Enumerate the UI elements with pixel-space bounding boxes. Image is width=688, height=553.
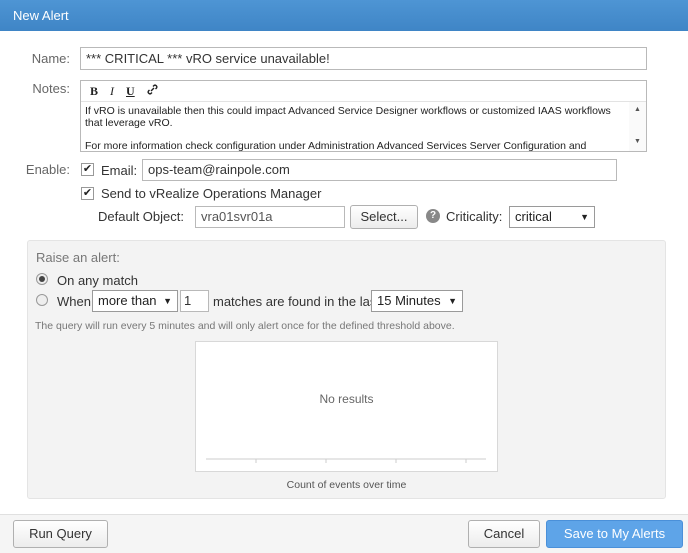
save-to-my-alerts-button[interactable]: Save to My Alerts [546, 520, 683, 548]
criticality-value: critical [515, 209, 552, 224]
event-count-chart: No results [195, 341, 498, 472]
link-icon[interactable] [147, 84, 158, 99]
select-object-button[interactable]: Select... [350, 205, 418, 229]
vrops-checkbox[interactable]: ✔ [81, 187, 94, 200]
period-select[interactable]: 15 Minutes ▼ [371, 290, 463, 312]
notes-editor[interactable]: B I U If vRO is unavailable then this co… [80, 80, 647, 152]
vrops-label: Send to vRealize Operations Manager [101, 186, 322, 201]
criticality-label: Criticality: [446, 209, 503, 224]
period-value: 15 Minutes [377, 293, 441, 308]
notes-scrollbar[interactable]: ▲ ▼ [629, 102, 646, 151]
email-input[interactable]: ops-team@rainpole.com [142, 159, 617, 181]
query-info-text: The query will run every 5 minutes and w… [35, 320, 455, 332]
underline-button[interactable]: U [126, 84, 135, 99]
when-label: When [57, 294, 91, 309]
chevron-down-icon: ▼ [580, 212, 589, 222]
notes-body[interactable]: If vRO is unavailable then this could im… [85, 105, 623, 151]
any-match-label: On any match [57, 273, 138, 288]
chart-caption: Count of events over time [286, 479, 407, 491]
notes-label: Notes: [32, 81, 70, 96]
notes-paragraph: If vRO is unavailable then this could im… [85, 105, 611, 129]
help-icon[interactable]: ? [426, 209, 440, 223]
bold-button[interactable]: B [90, 84, 98, 99]
default-object-label: Default Object: [98, 209, 184, 224]
dialog-title-bar: New Alert [0, 0, 688, 31]
matches-text: matches are found in the last [213, 294, 380, 309]
notes-toolbar: B I U [81, 81, 646, 102]
email-label: Email: [101, 163, 138, 178]
notes-paragraph-2: For more information check configuration… [85, 140, 587, 151]
scroll-up-icon[interactable]: ▲ [634, 106, 641, 113]
raise-alert-heading: Raise an alert: [36, 250, 120, 265]
name-input[interactable]: *** CRITICAL *** vRO service unavailable… [80, 47, 647, 70]
criticality-select[interactable]: critical ▼ [509, 206, 595, 228]
name-label: Name: [31, 51, 70, 66]
dialog-title: New Alert [13, 8, 69, 23]
radio-any-match[interactable] [36, 273, 48, 285]
cancel-button[interactable]: Cancel [468, 520, 540, 548]
comparator-select[interactable]: more than ▼ [92, 290, 178, 312]
comparator-value: more than [98, 293, 157, 308]
count-input[interactable]: 1 [180, 290, 209, 312]
email-checkbox[interactable]: ✔ [81, 163, 94, 176]
chart-axis [206, 458, 486, 463]
scroll-down-icon[interactable]: ▼ [634, 138, 641, 145]
chevron-down-icon: ▼ [163, 296, 172, 306]
chevron-down-icon: ▼ [448, 296, 457, 306]
radio-when[interactable] [36, 294, 48, 306]
run-query-button[interactable]: Run Query [13, 520, 108, 548]
enable-label: Enable: [25, 162, 70, 177]
default-object-input[interactable]: vra01svr01a [195, 206, 345, 228]
italic-button[interactable]: I [110, 84, 114, 99]
